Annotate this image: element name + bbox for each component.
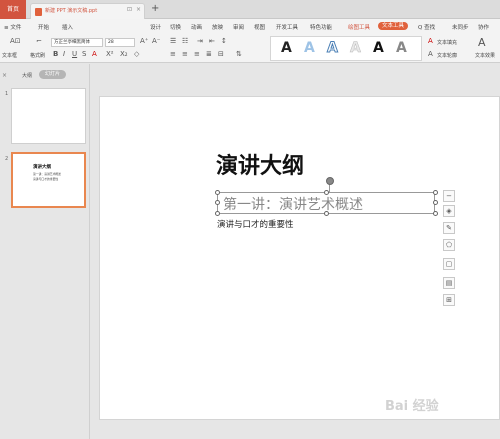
indent-icon[interactable]: ⇥ [197,37,203,45]
resize-handle[interactable] [433,200,438,205]
menu-start[interactable]: 开始 [38,23,49,31]
style-preset-blue-outline[interactable]: A [327,40,339,57]
menu-transition[interactable]: 切换 [170,23,181,31]
watermark: Bai 经验 [385,399,439,414]
rotate-handle[interactable] [326,177,334,185]
slide-number: 1 [5,91,9,97]
shrink-font-icon[interactable]: A⁻ [152,37,160,45]
numbered-list-icon[interactable]: ☷ [182,37,188,45]
font-size-select[interactable]: 28 [105,38,135,47]
slide-thumbnail-2[interactable]: 演讲大纲 第一讲：演讲艺术概述 演讲与口才的重要性 [11,152,86,208]
menu-text-tools[interactable]: 文本工具 [378,22,409,30]
resize-handle[interactable] [215,211,220,216]
close-panel-icon[interactable]: × [2,72,7,79]
style-preset-bold-black[interactable]: A [373,40,384,56]
menu-bar: ≡ 文件 开始 插入 设计 切换 动画 放映 审阅 视图 开发工具 特色功能 绘… [0,19,500,33]
style-preset-black[interactable]: A [281,40,292,56]
style-preset-shadow[interactable]: A [396,40,407,56]
text-outline-label[interactable]: 文本轮廓 [437,52,457,59]
bold-icon[interactable]: B [53,50,58,58]
search-button[interactable]: Q 查找 [418,23,435,31]
italic-icon[interactable]: I [63,50,65,58]
outdent-icon[interactable]: ⇤ [209,37,215,45]
align-center-icon[interactable]: ≡ [182,50,188,58]
edit-pen-icon[interactable]: ✎ [443,222,455,234]
menu-insert[interactable]: 插入 [62,23,73,31]
menu-design[interactable]: 设计 [150,23,161,31]
rotation-connector [329,184,330,192]
menu-file[interactable]: ≡ 文件 [4,23,21,31]
text-outline-icon[interactable]: A [428,50,433,58]
slide-number: 2 [5,156,9,162]
slide-title[interactable]: 演讲大纲 [216,148,304,180]
resize-handle[interactable] [215,190,220,195]
shape-outline-icon[interactable]: ⬠ [443,239,455,251]
align-right-icon[interactable]: ≡ [194,50,200,58]
table-icon[interactable]: ⊞ [443,294,455,306]
menu-slideshow[interactable]: 放映 [212,23,223,31]
superscript-icon[interactable]: X² [106,50,114,58]
tab-slides[interactable]: 幻灯片 [39,70,66,79]
resize-handle[interactable] [215,200,220,205]
tab-document[interactable]: 新建 PPT 演示文稿.ppt ⊡ × [30,3,145,19]
style-preset-light-blue[interactable]: A [304,40,315,56]
textbox-icon[interactable]: A⊡ [10,37,21,45]
menu-review[interactable]: 审阅 [233,23,244,31]
justify-icon[interactable]: ≣ [206,50,212,58]
text-direction-icon[interactable]: ⇅ [236,50,242,58]
format-painter-icon[interactable]: ⌐ [36,37,42,45]
menu-view[interactable]: 视图 [254,23,265,31]
slide-panel: × 大纲 幻灯片 1 2 演讲大纲 第一讲：演讲艺术概述 演讲与口才的重要性 [0,64,90,439]
frame-icon[interactable]: ▢ [443,258,455,270]
menu-features[interactable]: 特色功能 [310,23,332,31]
menu-developer[interactable]: 开发工具 [276,23,298,31]
underline-icon[interactable]: U [72,50,77,58]
slide-body-text[interactable]: 演讲与口才的重要性 [217,218,294,230]
menu-drawing-tools[interactable]: 绘图工具 [348,23,370,31]
layers-icon[interactable]: ◈ [443,205,455,217]
text-fill-icon[interactable]: A [428,37,433,45]
image-icon[interactable]: ▤ [443,277,455,289]
title-bar: 首页 新建 PPT 演示文稿.ppt ⊡ × + [0,0,500,19]
slide-subtitle[interactable]: 第一讲：演讲艺术概述 [223,194,363,214]
font-color-icon[interactable]: A [92,50,97,58]
monitor-icon[interactable]: ⊡ [127,6,132,13]
clear-format-icon[interactable]: ◇ [134,50,139,58]
resize-handle[interactable] [433,211,438,216]
menu-animation[interactable]: 动画 [191,23,202,31]
thumbnail-title: 演讲大纲 [33,165,51,170]
slide-thumbnail-1[interactable] [11,88,86,144]
thumbnail-line: 第一讲：演讲艺术概述 [33,172,61,176]
tab-home[interactable]: 首页 [0,0,26,19]
subscript-icon[interactable]: X₂ [120,50,128,58]
align-left-icon[interactable]: ≡ [170,50,176,58]
font-name-select[interactable]: 方正兰亭细黑简体 [51,38,103,47]
toolbar: A⊡ 文本框 ⌐ 格式刷 方正兰亭细黑简体 28 A⁺ A⁻ B I U S A… [0,33,500,63]
resize-handle[interactable] [433,190,438,195]
format-painter-label[interactable]: 格式刷 [30,52,45,59]
collaborate-button[interactable]: 协作 [478,23,489,31]
slide-canvas[interactable]: 演讲大纲 第一讲：演讲艺术概述 演讲与口才的重要性 [99,96,500,420]
textbox-label[interactable]: 文本框 [2,52,17,59]
line-spacing-icon[interactable]: ↕ [221,37,227,45]
collapse-tools-icon[interactable]: − [443,190,455,202]
thumbnail-line: 演讲与口才的重要性 [33,177,59,181]
grow-font-icon[interactable]: A⁺ [140,37,148,45]
shadow-icon[interactable]: S [82,50,86,58]
text-style-gallery: A A A A A A [270,36,422,61]
close-tab-icon[interactable]: × [136,6,141,13]
distribute-icon[interactable]: ⊟ [218,50,224,58]
text-fill-label[interactable]: 文本填充 [437,39,457,46]
ppt-file-icon [35,8,42,16]
bullet-list-icon[interactable]: ☰ [170,37,176,45]
document-title: 新建 PPT 演示文稿.ppt [45,8,98,14]
add-tab-button[interactable]: + [151,3,159,14]
sync-status[interactable]: 未同步 [452,23,469,31]
text-effect-icon[interactable]: A [478,36,486,49]
style-preset-gray[interactable]: A [350,40,361,57]
text-effect-label[interactable]: 文本效果 [475,52,495,59]
tab-outline[interactable]: 大纲 [22,72,32,79]
